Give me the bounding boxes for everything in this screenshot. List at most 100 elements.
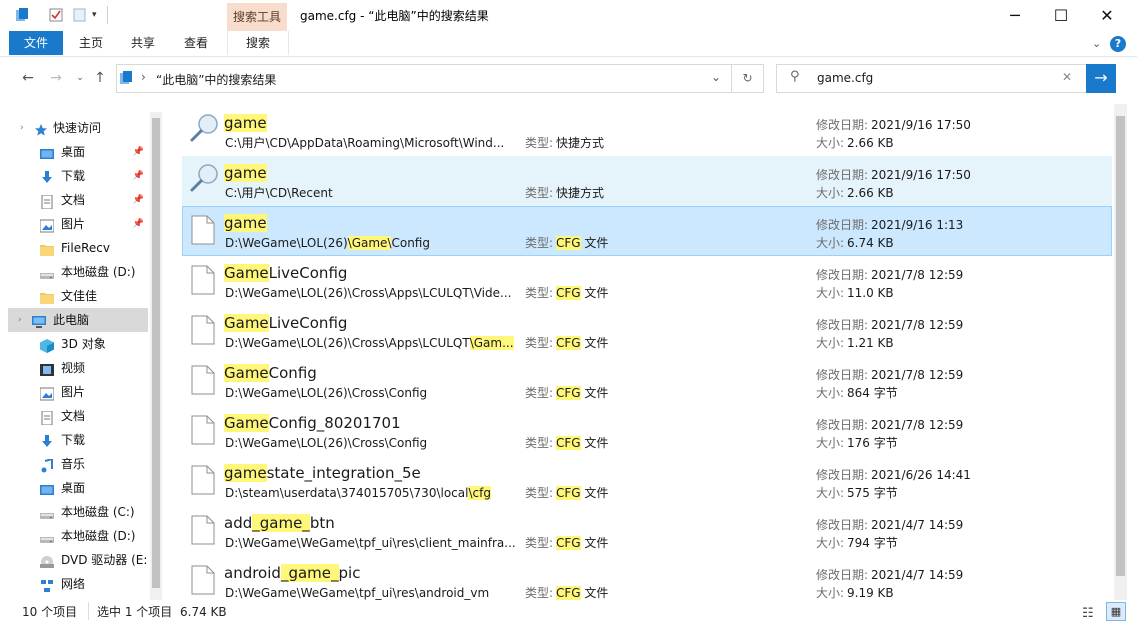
minimize-button[interactable]: ─	[992, 0, 1038, 31]
sidebar-item-15[interactable]: 桌面	[8, 476, 148, 500]
name-part: pic	[338, 564, 361, 582]
sidebar-item-7[interactable]: 文佳佳	[8, 284, 148, 308]
result-row[interactable]: android_game_pic D:\WeGame\WeGame\tpf_ui\…	[182, 556, 1112, 606]
result-row[interactable]: add_game_btn D:\WeGame\WeGame\tpf_ui\res\…	[182, 506, 1112, 556]
type-part: 快捷方式	[556, 136, 605, 150]
sidebar-item-13[interactable]: 下载	[8, 428, 148, 452]
tab-view[interactable]: 查看	[175, 31, 217, 55]
file-name: GameLiveConfig	[224, 312, 347, 334]
search-box[interactable]: ⚲ game.cfg ✕	[776, 64, 1087, 93]
close-button[interactable]: ✕	[1084, 0, 1130, 31]
divider	[107, 6, 108, 24]
file-type: CFG 文件	[556, 385, 608, 401]
sidebar-item-4[interactable]: 图片 📌	[8, 212, 148, 236]
quick-access-dropdown-icon[interactable]: ▾	[92, 10, 97, 20]
sidebar-item-17[interactable]: 本地磁盘 (D:)	[8, 524, 148, 548]
breadcrumb[interactable]: “此电脑”中的搜索结果	[156, 71, 276, 88]
status-bar: 10 个项目 选中 1 个项目 6.74 KB ☷ ▦	[0, 600, 1137, 624]
result-row[interactable]: GameLiveConfig D:\WeGame\LOL(26)\Cross\Ap…	[182, 256, 1112, 306]
result-row[interactable]: GameLiveConfig D:\WeGame\LOL(26)\Cross\Ap…	[182, 306, 1112, 356]
modified-label: 修改日期:	[816, 168, 869, 182]
selection-size: 6.74 KB	[180, 605, 227, 619]
file-path: C:\用户\CD\Recent	[225, 185, 515, 201]
sidebar-item-12[interactable]: 文档	[8, 404, 148, 428]
result-row[interactable]: game C:\用户\CD\AppData\Roaming\Microsoft\W…	[182, 106, 1112, 156]
tab-file[interactable]: 文件	[9, 31, 63, 55]
sidebar-item-3[interactable]: 文档 📌	[8, 188, 148, 212]
sidebar-item-8[interactable]: 此电脑 ›	[8, 308, 148, 332]
up-button[interactable]: ↑	[91, 68, 109, 88]
path-part: D:\WeGame\LOL(26)\Cross\Apps\LCULQT	[225, 336, 470, 350]
help-icon[interactable]: ?	[1110, 36, 1126, 52]
nav-scrollbar-thumb[interactable]	[152, 118, 160, 588]
forward-button[interactable]: →	[47, 68, 65, 88]
context-tab-group-search-tools: 搜索工具	[227, 3, 287, 31]
file-path: D:\WeGame\WeGame\tpf_ui\res\android_vm	[225, 585, 515, 601]
breadcrumb-chevron-icon[interactable]: ›	[141, 70, 146, 84]
picture-icon	[39, 217, 55, 233]
search-go-button[interactable]: →	[1086, 64, 1116, 93]
sidebar-item-14[interactable]: 音乐	[8, 452, 148, 476]
sidebar-item-2[interactable]: 下载 📌	[8, 164, 148, 188]
clear-search-icon[interactable]: ✕	[1062, 70, 1072, 84]
sidebar-item-6[interactable]: 本地磁盘 (D:)	[8, 260, 148, 284]
file-path: C:\用户\CD\AppData\Roaming\Microsoft\Wind.…	[225, 135, 515, 151]
file-path: D:\steam\userdata\374015705\730\local\cf…	[225, 485, 515, 501]
address-dropdown-icon[interactable]: ⌄	[711, 70, 721, 84]
folder-window-icon[interactable]	[16, 8, 30, 22]
modified-label: 修改日期:	[816, 218, 869, 232]
modified-date: 2021/7/8 12:59	[871, 318, 964, 332]
back-button[interactable]: ←	[19, 68, 37, 88]
tab-share[interactable]: 共享	[122, 31, 164, 55]
ribbon-expand-icon[interactable]: ⌄	[1092, 37, 1101, 50]
new-folder-icon[interactable]	[73, 8, 87, 22]
sidebar-item-16[interactable]: 本地磁盘 (C:)	[8, 500, 148, 524]
type-match-highlight: CFG	[556, 236, 581, 250]
properties-icon[interactable]	[49, 8, 63, 22]
network-icon	[40, 577, 54, 592]
sidebar-item-19[interactable]: 网络	[8, 572, 148, 596]
type-label: 类型:	[525, 186, 554, 200]
sidebar-item-10[interactable]: 视频	[8, 356, 148, 380]
sidebar-item-1[interactable]: 桌面 📌	[8, 140, 148, 164]
maximize-button[interactable]: ☐	[1038, 0, 1084, 31]
result-row[interactable]: GameConfig_80201701 D:\WeGame\LOL(26)\Cro…	[182, 406, 1112, 456]
sidebar-item-0[interactable]: 快速访问 ›	[8, 116, 148, 140]
large-icons-view-icon[interactable]: ▦	[1106, 602, 1126, 621]
refresh-button[interactable]: ↻	[731, 64, 764, 93]
type-label: 类型:	[525, 486, 554, 500]
results-scrollbar-thumb[interactable]	[1116, 116, 1125, 576]
path-part: C:\用户\CD\Recent	[225, 186, 333, 200]
result-row[interactable]: game C:\用户\CD\Recent 类型: 快捷方式 修改日期: 2021/9/16…	[182, 156, 1112, 206]
tab-home[interactable]: 主页	[70, 31, 112, 55]
sidebar-item-9[interactable]: 3D 对象	[8, 332, 148, 356]
navigation-pane: 快速访问 › 桌面 📌 下载 📌 文档 📌 图片 📌 FileRecv 本地磁盘 (D:) 文佳佳 此电脑…	[8, 112, 148, 600]
size-label: 大小:	[816, 436, 845, 450]
sidebar-item-label: 本地磁盘 (C:)	[61, 505, 135, 519]
sidebar-item-11[interactable]: 图片	[8, 380, 148, 404]
search-input[interactable]: game.cfg	[817, 71, 873, 85]
expand-chevron-icon[interactable]: ›	[20, 116, 24, 140]
document-icon	[40, 193, 54, 210]
file-size: 575 字节	[847, 486, 898, 500]
result-row[interactable]: GameConfig D:\WeGame\LOL(26)\Cross\Config…	[182, 356, 1112, 406]
type-part: 文件	[580, 486, 609, 500]
size-label: 大小:	[816, 536, 845, 550]
address-bar[interactable]: › “此电脑”中的搜索结果 ⌄	[116, 64, 732, 93]
file-type: CFG 文件	[556, 585, 608, 601]
modified-label: 修改日期:	[816, 118, 869, 132]
sidebar-item-label: 视频	[61, 361, 86, 375]
file-icon	[191, 365, 215, 395]
result-row[interactable]: game D:\WeGame\LOL(26)\Game\Config 类型: CFG …	[182, 206, 1112, 256]
folder-icon	[40, 241, 54, 256]
details-view-icon[interactable]: ☷	[1082, 603, 1094, 625]
result-row[interactable]: gamestate_integration_5e D:\steam\userdat…	[182, 456, 1112, 506]
computer-icon	[32, 313, 46, 328]
sidebar-item-5[interactable]: FileRecv	[8, 236, 148, 260]
expand-chevron-icon[interactable]: ›	[18, 308, 22, 332]
tab-search[interactable]: 搜索	[227, 31, 289, 55]
file-size: 864 字节	[847, 386, 898, 400]
sidebar-item-18[interactable]: DVD 驱动器 (E:)	[8, 548, 148, 572]
sidebar-item-label: 下载	[61, 169, 86, 183]
recent-locations-icon[interactable]: ⌄	[71, 68, 89, 88]
